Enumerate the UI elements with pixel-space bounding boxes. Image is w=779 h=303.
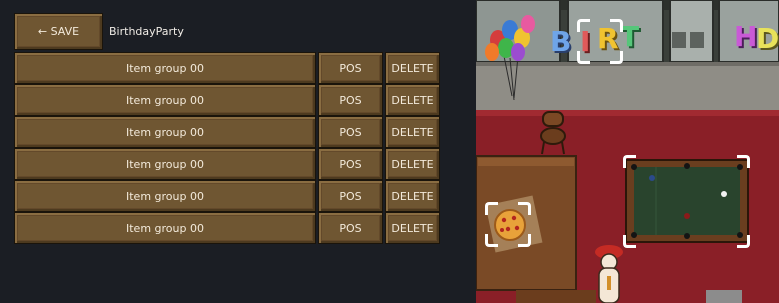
list-item: Item group 00 POS DELETE [0,84,476,116]
pos-button[interactable]: POS [318,52,383,84]
list-item: Item group 00 POS DELETE [0,116,476,148]
delete-button[interactable]: DELETE [385,180,440,212]
game-scene-view[interactable]: B I R T H D [476,0,779,303]
item-group-button[interactable]: Item group 00 [14,52,316,84]
party-name-label: BirthdayParty [109,25,184,38]
banner-letter: H [734,20,758,53]
pos-button[interactable]: POS [318,116,383,148]
delete-button[interactable]: DELETE [385,148,440,180]
pos-button[interactable]: POS [318,212,383,244]
item-group-button[interactable]: Item group 00 [14,180,316,212]
list-item: Item group 00 POS DELETE [0,148,476,180]
list-item: Item group 00 POS DELETE [0,212,476,244]
item-group-button[interactable]: Item group 00 [14,116,316,148]
item-group-button[interactable]: Item group 00 [14,84,316,116]
pos-button[interactable]: POS [318,84,383,116]
item-group-button[interactable]: Item group 00 [14,148,316,180]
pos-button[interactable]: POS [318,148,383,180]
delete-button[interactable]: DELETE [385,84,440,116]
save-button[interactable]: ← SAVE [14,13,103,50]
selected-pizza[interactable] [485,202,531,247]
list-item: Item group 00 POS DELETE [0,52,476,84]
item-group-button[interactable]: Item group 00 [14,212,316,244]
delete-button[interactable]: DELETE [385,52,440,84]
delete-button[interactable]: DELETE [385,116,440,148]
pos-button[interactable]: POS [318,180,383,212]
banner-letter: B [550,25,572,58]
item-groups-panel: ← SAVE BirthdayParty Item group 00 POS D… [0,0,476,303]
delete-button[interactable]: DELETE [385,212,440,244]
list-item: Item group 00 POS DELETE [0,180,476,212]
banner-letter: D [756,22,779,55]
selected-banner-letter-r[interactable] [577,19,623,64]
selected-pool-table[interactable] [623,155,750,248]
